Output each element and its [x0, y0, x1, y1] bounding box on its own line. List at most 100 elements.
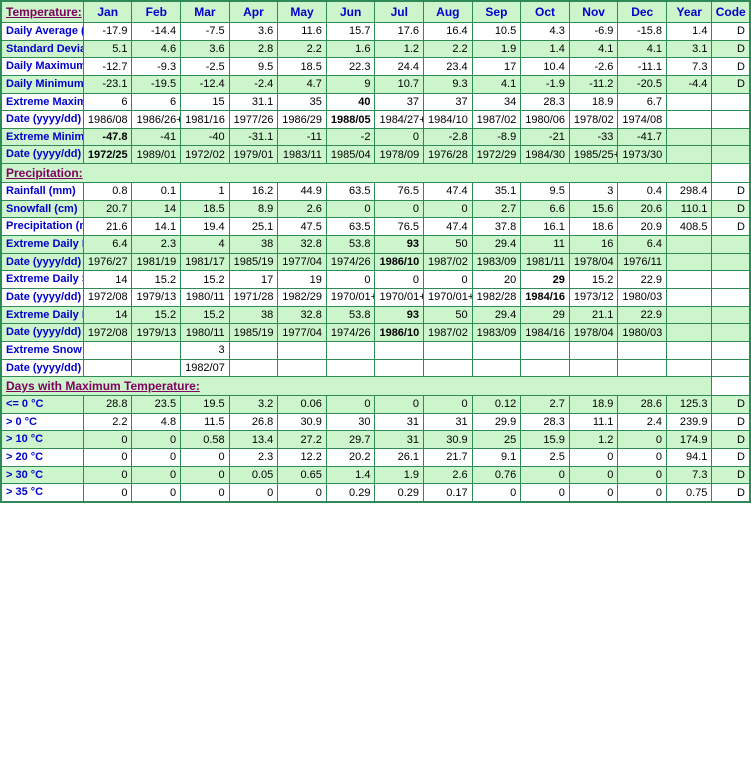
cell-value: 38: [228, 305, 279, 325]
cell-value: -17.9: [82, 22, 133, 41]
cell-value: 1980/03: [617, 323, 668, 342]
cell-value: [82, 340, 133, 360]
cell-value: 1982/07: [180, 358, 230, 378]
cell-code-value: D: [711, 57, 751, 76]
cell-value: 34: [471, 92, 522, 112]
cell-value: 15.2: [131, 270, 182, 289]
cell-value: [617, 340, 668, 360]
cell-value: -21: [520, 127, 570, 147]
cell-value: 13.4: [228, 430, 279, 450]
cell-value: 50: [423, 305, 473, 325]
cell-value: 0.8: [82, 182, 133, 201]
cell-code-value: [711, 340, 751, 360]
row-label: Extreme Daily Rainfall (mm): [0, 235, 84, 254]
column-header-sep: Sep: [471, 0, 522, 23]
table-row: Daily Maximum (°C)-12.7-9.3-2.59.518.522…: [0, 57, 751, 76]
cell-value: 4.1: [568, 39, 619, 59]
cell-value: 1979/13: [131, 323, 182, 342]
cell-year-value: [666, 127, 713, 147]
cell-value: 2.3: [131, 235, 182, 254]
cell-value: 22.3: [325, 57, 376, 76]
table-row: Standard Deviation5.14.63.62.82.21.61.22…: [0, 39, 751, 59]
cell-value: 1.9: [471, 39, 522, 59]
column-header-oct: Oct: [520, 0, 570, 23]
row-label: Extreme Minimum (°C): [0, 127, 84, 147]
cell-code-value: [711, 358, 751, 378]
cell-value: 1981/17: [180, 252, 230, 272]
cell-value: 12.2: [277, 448, 327, 467]
cell-value: 15.2: [180, 305, 230, 325]
table-row: Date (yyyy/dd) 1972/25 1989/01 1972/02 1979/…: [0, 145, 751, 165]
table-row: Daily Minimum (°C)-23.1-19.5-12.4-2.44.7…: [0, 74, 751, 94]
cell-code-value: [711, 305, 751, 325]
cell-value: 4.3: [520, 22, 570, 41]
cell-value: 1986/10: [374, 252, 425, 272]
cell-value: 32.8: [277, 235, 327, 254]
cell-value: 0: [180, 448, 230, 467]
column-header-jun: Jun: [325, 0, 376, 23]
cell-value: 0: [471, 483, 522, 503]
cell-value: 47.4: [423, 182, 473, 201]
cell-value: 44.9: [277, 182, 327, 201]
cell-value: 0: [325, 395, 376, 414]
cell-value: 0: [374, 395, 425, 414]
cell-value: -14.4: [131, 22, 182, 41]
cell-value: 1987/02: [423, 323, 473, 342]
cell-year-value: [666, 287, 713, 307]
cell-value: 31: [374, 412, 425, 432]
section-header-row: Precipitation:: [0, 163, 750, 184]
cell-value: 1980/03: [617, 287, 668, 307]
row-label: Date (yyyy/dd): [0, 110, 84, 129]
cell-value: 0.76: [471, 465, 522, 485]
cell-value: 14: [82, 270, 133, 289]
cell-value: 1985/19: [228, 252, 279, 272]
cell-value: 0: [520, 483, 570, 503]
cell-value: 6.6: [520, 199, 570, 219]
cell-value: 1978/09: [374, 145, 425, 165]
cell-value: 1979/01: [228, 145, 279, 165]
cell-value: 1980/06: [520, 110, 570, 129]
cell-value: 23.5: [131, 395, 182, 414]
cell-year-value: -4.4: [666, 74, 713, 94]
cell-value: 1982/29: [277, 287, 327, 307]
cell-value: 0: [325, 270, 376, 289]
cell-value: 17.6: [374, 22, 425, 41]
cell-value: 20.2: [325, 448, 376, 467]
cell-value: 1972/25: [82, 145, 133, 165]
cell-value: -8.9: [471, 127, 522, 147]
cell-value: 31: [423, 412, 473, 432]
cell-value: 30: [325, 412, 376, 432]
cell-code-value: [711, 235, 751, 254]
cell-value: 6.7: [617, 92, 668, 112]
cell-value: -11: [277, 127, 327, 147]
cell-value: 1972/08: [82, 287, 133, 307]
cell-value: 1986/26+: [131, 110, 182, 129]
row-label: <= 0 °C: [0, 395, 84, 414]
cell-value: 6.4: [82, 235, 133, 254]
cell-value: 1974/26: [325, 323, 376, 342]
cell-year-value: 7.3: [666, 465, 713, 485]
cell-value: [471, 358, 522, 378]
cell-value: 28.6: [617, 395, 668, 414]
cell-year-value: [666, 145, 713, 165]
cell-value: 1986/08: [82, 110, 133, 129]
cell-value: 20: [471, 270, 522, 289]
row-label: > 30 °C: [0, 465, 84, 485]
cell-value: 1972/29: [471, 145, 522, 165]
table-row: Daily Average (°C)-17.9-14.4-7.53.611.61…: [0, 22, 751, 41]
cell-value: 10.4: [520, 57, 570, 76]
cell-value: 18.5: [180, 199, 230, 219]
row-label: Precipitation (mm): [0, 217, 84, 237]
cell-value: 20.9: [617, 217, 668, 237]
cell-value: -2.6: [568, 57, 619, 76]
cell-code-value: D: [711, 412, 751, 432]
cell-value: 1971/28: [228, 287, 279, 307]
cell-value: 63.5: [325, 182, 376, 201]
section-title-days-with-maximum-temperature: Days with Maximum Temperature:: [0, 376, 713, 397]
cell-value: 21.6: [82, 217, 133, 237]
cell-value: 14: [82, 305, 133, 325]
cell-value: 2.5: [520, 448, 570, 467]
cell-value: 16.2: [228, 182, 279, 201]
cell-value: 1.9: [374, 465, 425, 485]
cell-value: 1970/01+: [325, 287, 376, 307]
